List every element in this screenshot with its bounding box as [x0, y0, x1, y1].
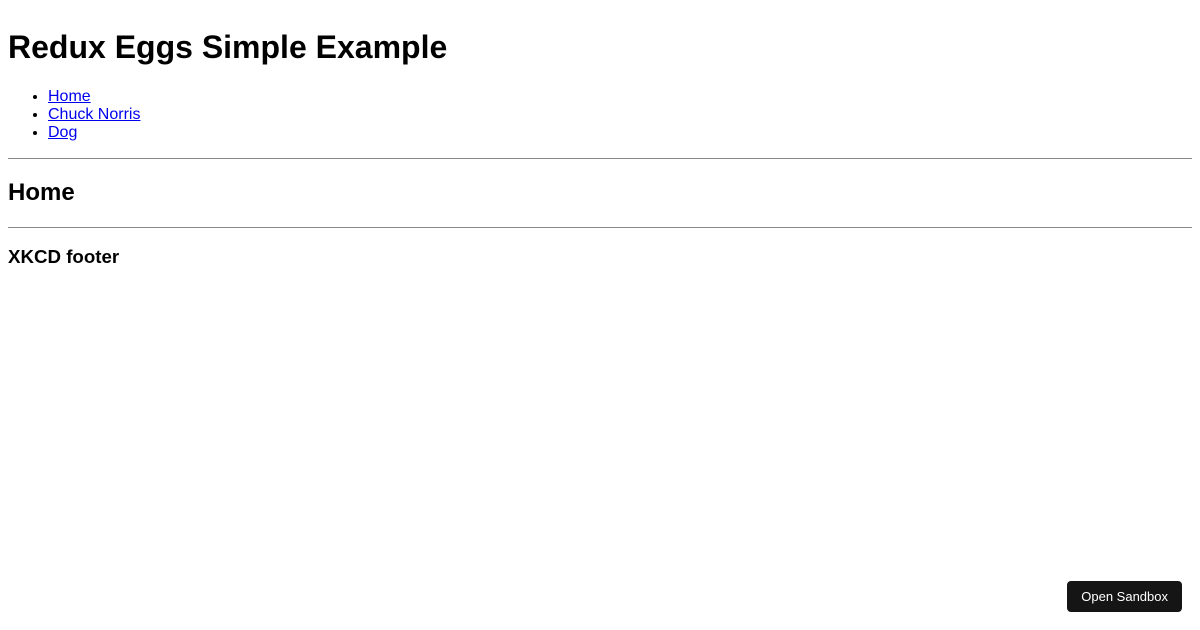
- nav-item: Home: [48, 88, 1192, 106]
- nav-link-dog[interactable]: Dog: [48, 124, 77, 141]
- nav-link-home[interactable]: Home: [48, 88, 91, 105]
- section-heading: Home: [8, 179, 1192, 207]
- nav-item: Chuck Norris: [48, 106, 1192, 124]
- nav-item: Dog: [48, 124, 1192, 142]
- page-title: Redux Eggs Simple Example: [8, 29, 1192, 66]
- nav-link-chuck-norris[interactable]: Chuck Norris: [48, 106, 140, 123]
- divider: [8, 227, 1192, 228]
- footer-heading: XKCD footer: [8, 246, 1192, 268]
- divider: [8, 158, 1192, 159]
- open-sandbox-button[interactable]: Open Sandbox: [1067, 581, 1182, 612]
- nav-list: Home Chuck Norris Dog: [8, 88, 1192, 142]
